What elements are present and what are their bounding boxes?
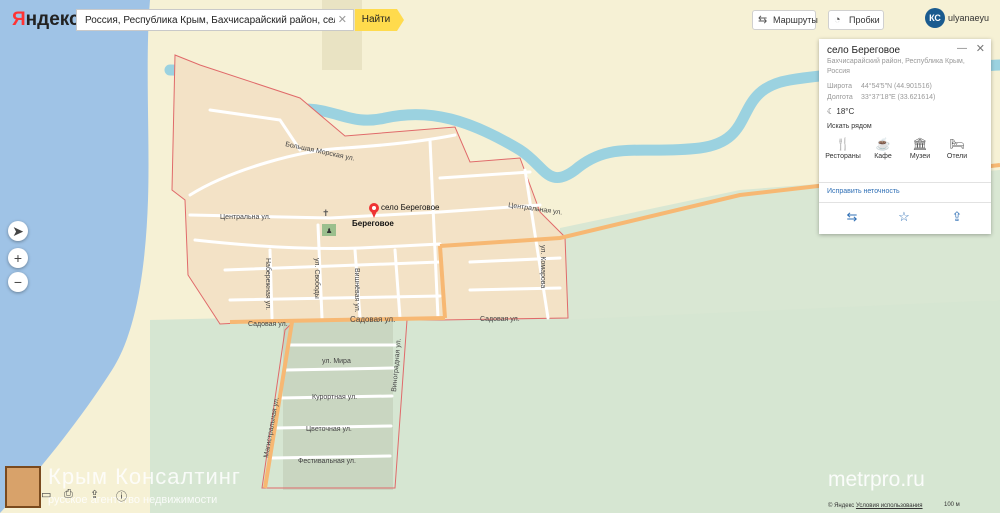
divider: [819, 202, 991, 203]
user-name[interactable]: ulyanaeyu: [948, 13, 989, 23]
street-label-vishnyovaya: Вишнёвая ул.: [353, 268, 360, 313]
street-label-sadovaya-main: Садовая ул.: [350, 315, 395, 324]
street-label-tsvetochnaya: Цветочная ул.: [306, 426, 352, 433]
category-restaurants[interactable]: 🍴 Рестораны: [823, 137, 863, 160]
category-museums[interactable]: 🏛 Музеи: [900, 137, 940, 160]
street-label-mira: ул. Мира: [322, 358, 351, 365]
minimize-icon[interactable]: —: [957, 43, 967, 54]
search-input[interactable]: ✕: [76, 9, 354, 31]
routes-button[interactable]: ⇆ Маршруты: [752, 10, 818, 30]
lon-value: 33°37′18″E (33.621614): [861, 94, 936, 101]
share-icon[interactable]: ⇪: [90, 488, 99, 501]
search-field[interactable]: [83, 10, 337, 30]
street-label-komarova: ул. Комарова: [539, 245, 546, 288]
zoom-out-button[interactable]: −: [8, 272, 28, 292]
marker-label: село Береговое: [381, 203, 440, 212]
category-hotels[interactable]: 🛏 Отели: [937, 137, 977, 160]
watermark: metrpro.ru: [828, 468, 925, 491]
street-label-sadovaya-e: Садовая ул.: [480, 316, 520, 323]
route-icon: ⇆: [758, 14, 768, 26]
street-label-kurortnaya: Курортная ул.: [312, 394, 357, 401]
share-icon[interactable]: ⇪: [947, 209, 967, 225]
street-label-sadovaya-w: Садовая ул.: [248, 321, 288, 328]
svg-text:♟: ♟: [326, 227, 332, 235]
weather-icon: ☾: [827, 107, 835, 116]
place-card: село Береговое — ✕ Бахчисарайский район,…: [819, 39, 991, 234]
village-name: Береговое: [352, 219, 394, 228]
divider: [819, 182, 991, 183]
print-icon[interactable]: ⎙: [64, 488, 73, 501]
avatar[interactable]: КС: [925, 8, 945, 28]
category-cafe[interactable]: ☕ Кафе: [863, 137, 903, 160]
street-label-naberezhnaya: Набережная ул.: [264, 258, 272, 310]
lat-value: 44°54′5″N (44.901516): [861, 83, 932, 90]
brand-logo: [5, 466, 41, 508]
street-label-festivalnaya: Фестивальная ул.: [298, 458, 356, 465]
locate-icon[interactable]: ➤: [8, 221, 28, 241]
top-bar: Яндекс ✕ Найти ⇆Маршруты ◔Пробки КС ulya…: [0, 0, 1000, 40]
fork-knife-icon: 🍴: [835, 137, 851, 151]
church-icon: ✝: [322, 208, 330, 218]
cup-icon: ☕: [875, 137, 891, 151]
brand-subtitle: русское агентство недвижимости: [48, 494, 218, 506]
close-icon[interactable]: ✕: [976, 42, 985, 55]
traffic-button[interactable]: ◔ Пробки: [828, 10, 884, 30]
place-address: Бахчисарайский район, Республика Крым, Р…: [827, 58, 965, 75]
place-title: село Береговое: [827, 45, 901, 56]
bed-icon: 🛏: [949, 137, 965, 151]
lon-label: Долгота: [827, 94, 853, 101]
scale-bar: 100 м: [944, 502, 960, 508]
star-icon[interactable]: ☆: [894, 209, 914, 225]
copyright: © Яндекс Условия использования: [828, 503, 923, 509]
museum-icon: 🏛: [912, 137, 928, 151]
traffic-icon: ◔: [834, 14, 841, 26]
fix-link[interactable]: Исправить неточность: [827, 188, 900, 195]
clear-icon[interactable]: ✕: [338, 10, 347, 30]
find-button[interactable]: Найти: [355, 9, 404, 31]
nearby-label: Искать рядом: [827, 123, 872, 130]
terms-link[interactable]: Условия использования: [856, 503, 923, 509]
route-action-icon[interactable]: ⇆: [842, 209, 862, 225]
brand-name: Крым Консалтинг: [48, 464, 241, 489]
street-label-svobody: ул. Свободы: [313, 258, 321, 299]
ruler-icon[interactable]: ▭: [41, 488, 51, 501]
yandex-logo[interactable]: Яндекс: [12, 9, 80, 31]
lat-label: Широта: [827, 83, 852, 90]
weather: ☾ 18°C: [827, 107, 855, 116]
zoom-in-button[interactable]: +: [8, 248, 28, 268]
info-icon[interactable]: ⓘ: [116, 488, 127, 504]
street-label-centralnaya-w: Центральна ул.: [220, 214, 271, 221]
